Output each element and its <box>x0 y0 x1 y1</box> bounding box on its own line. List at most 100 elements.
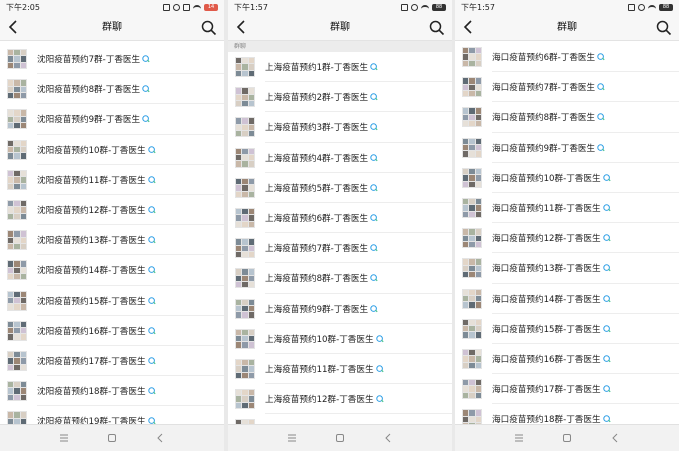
group-chat-row[interactable]: 海口疫苗预约10群-丁香医生 <box>455 162 679 194</box>
group-name: 海口疫苗预约7群-丁香医生 <box>492 83 596 94</box>
group-chat-row[interactable]: 沈阳疫苗预约18群-丁香医生 <box>0 376 224 407</box>
group-chat-row[interactable]: 海口疫苗预约15群-丁香医生 <box>455 313 679 345</box>
group-avatar <box>462 348 482 369</box>
enterprise-wechat-icon <box>147 206 156 214</box>
group-name-wrap: 沈阳疫苗预约12群-丁香医生 <box>37 204 156 216</box>
group-chat-row[interactable]: 上海疫苗预约2群-丁香医生 <box>228 82 452 113</box>
group-chat-row[interactable]: 海口疫苗预约12群-丁香医生 <box>455 223 679 254</box>
group-chat-row[interactable]: 沈阳疫苗预约15群-丁香医生 <box>0 285 224 316</box>
group-name: 海口疫苗预约6群-丁香医生 <box>492 53 596 64</box>
group-name-wrap: 上海疫苗预约10群-丁香医生 <box>265 333 384 345</box>
enterprise-wechat-icon <box>597 83 605 91</box>
group-avatar <box>7 320 27 341</box>
group-name-wrap: 沈阳疫苗预约15群-丁香医生 <box>37 295 156 307</box>
enterprise-wechat-icon <box>602 174 611 182</box>
group-chat-row[interactable]: 海口疫苗预约7群-丁香医生 <box>455 72 679 103</box>
page-title: 群聊 <box>330 22 350 33</box>
group-name: 沈阳疫苗预约9群-丁香医生 <box>37 115 141 126</box>
enterprise-wechat-icon <box>147 236 156 244</box>
group-name-wrap: 海口疫苗预约12群-丁香医生 <box>492 232 611 244</box>
menu-icon[interactable] <box>59 433 69 443</box>
alarm-icon <box>411 4 418 11</box>
enterprise-wechat-icon <box>370 123 378 131</box>
notification-icon <box>628 4 635 11</box>
search-icon[interactable] <box>655 19 673 37</box>
group-chat-row[interactable]: 沈阳疫苗预约16群-丁香医生 <box>0 315 224 347</box>
back-triangle-icon[interactable] <box>155 433 165 443</box>
group-chat-row[interactable]: 沈阳疫苗预约12群-丁香医生 <box>0 194 224 226</box>
group-chat-row[interactable]: 沈阳疫苗预约7群-丁香医生 <box>0 44 224 75</box>
group-name: 上海疫苗预约11群-丁香医生 <box>265 364 374 375</box>
home-square-icon[interactable] <box>335 433 345 443</box>
group-name: 海口疫苗预约16群-丁香医生 <box>492 354 601 365</box>
group-name-wrap: 上海疫苗预约1群-丁香医生 <box>265 61 378 73</box>
group-chat-row[interactable]: 上海疫苗预约12群-丁香医生 <box>228 384 452 415</box>
group-name-wrap: 海口疫苗预约16群-丁香医生 <box>492 353 611 365</box>
menu-icon[interactable] <box>514 433 524 443</box>
group-chat-row[interactable]: 上海疫苗预约10群-丁香医生 <box>228 323 452 355</box>
nav-header: 群聊 <box>228 15 452 41</box>
group-chat-row[interactable]: 海口疫苗预约9群-丁香医生 <box>455 132 679 163</box>
group-chat-row[interactable]: 海口疫苗预约13群-丁香医生 <box>455 253 679 284</box>
group-chat-row[interactable]: 上海疫苗预约6群-丁香医生 <box>228 202 452 234</box>
group-avatar <box>235 147 255 168</box>
group-name: 沈阳疫苗预约14群-丁香医生 <box>37 266 146 277</box>
group-name-wrap: 上海疫苗预约4群-丁香医生 <box>265 152 378 164</box>
group-chat-row[interactable]: 沈阳疫苗预约17群-丁香医生 <box>0 345 224 377</box>
group-avatar <box>462 228 482 249</box>
back-triangle-icon[interactable] <box>610 433 620 443</box>
enterprise-wechat-icon <box>147 296 156 305</box>
enterprise-wechat-icon <box>370 244 378 252</box>
group-chat-row[interactable]: 海口疫苗预约6群-丁香医生 <box>455 42 679 73</box>
home-square-icon[interactable] <box>562 433 572 443</box>
group-name-wrap: 上海疫苗预约7群-丁香医生 <box>265 242 378 254</box>
group-avatar <box>7 49 27 70</box>
group-avatar <box>235 298 255 319</box>
home-square-icon[interactable] <box>107 433 117 443</box>
group-chat-row[interactable]: 沈阳疫苗预约10群-丁香医生 <box>0 134 224 165</box>
group-chat-row[interactable]: 上海疫苗预约8群-丁香医生 <box>228 263 452 294</box>
group-chat-row[interactable]: 海口疫苗预约8群-丁香医生 <box>455 102 679 133</box>
group-chat-row[interactable]: 沈阳疫苗预约14群-丁香医生 <box>0 255 224 286</box>
group-chat-row[interactable]: 海口疫苗预约16群-丁香医生 <box>455 343 679 375</box>
back-triangle-icon[interactable] <box>383 433 393 443</box>
group-name: 沈阳疫苗预约18群-丁香医生 <box>37 387 146 398</box>
group-chat-row[interactable]: 沈阳疫苗预约11群-丁香医生 <box>0 164 224 196</box>
group-name: 上海疫苗预约12群-丁香医生 <box>265 395 374 406</box>
enterprise-wechat-icon <box>602 204 611 212</box>
enterprise-wechat-icon <box>602 415 611 423</box>
group-chat-row[interactable]: 上海疫苗预约11群-丁香医生 <box>228 353 452 385</box>
group-chat-row[interactable]: 上海疫苗预约3群-丁香医生 <box>228 112 452 143</box>
group-name: 海口疫苗预约11群-丁香医生 <box>492 204 601 215</box>
group-name-wrap: 沈阳疫苗预约17群-丁香医生 <box>37 355 156 367</box>
notification-icon <box>163 4 170 11</box>
search-icon[interactable] <box>428 19 446 37</box>
battery-icon: 88 <box>432 4 446 11</box>
group-name-wrap: 海口疫苗预约11群-丁香医生 <box>492 202 611 214</box>
group-chat-row[interactable]: 上海疫苗预约4群-丁香医生 <box>228 142 452 173</box>
group-avatar <box>462 379 482 400</box>
status-time: 下午1:57 <box>234 3 268 12</box>
group-name: 上海疫苗预约3群-丁香医生 <box>265 123 369 134</box>
group-name: 沈阳疫苗预约16群-丁香医生 <box>37 326 146 337</box>
group-chat-row[interactable]: 上海疫苗预约5群-丁香医生 <box>228 172 452 204</box>
enterprise-wechat-icon <box>597 143 605 152</box>
search-icon[interactable] <box>200 19 218 37</box>
group-name-wrap: 海口疫苗预约10群-丁香医生 <box>492 172 611 184</box>
group-name: 海口疫苗预约17群-丁香医生 <box>492 385 601 396</box>
group-name-wrap: 海口疫苗预约7群-丁香医生 <box>492 81 605 93</box>
group-name: 海口疫苗预约15群-丁香医生 <box>492 324 601 335</box>
group-chat-row[interactable]: 上海疫苗预约1群-丁香医生 <box>228 52 452 83</box>
group-chat-row[interactable]: 上海疫苗预约7群-丁香医生 <box>228 233 452 264</box>
group-chat-row[interactable]: 海口疫苗预约11群-丁香医生 <box>455 192 679 224</box>
group-avatar <box>462 77 482 98</box>
group-name-wrap: 沈阳疫苗预约10群-丁香医生 <box>37 144 156 156</box>
group-chat-row[interactable]: 上海疫苗预约9群-丁香医生 <box>228 293 452 324</box>
group-chat-row[interactable]: 海口疫苗预约14群-丁香医生 <box>455 283 679 314</box>
enterprise-wechat-icon <box>602 325 611 333</box>
group-chat-row[interactable]: 海口疫苗预约17群-丁香医生 <box>455 374 679 405</box>
menu-icon[interactable] <box>287 433 297 443</box>
group-chat-row[interactable]: 沈阳疫苗预约8群-丁香医生 <box>0 74 224 105</box>
group-chat-row[interactable]: 沈阳疫苗预约9群-丁香医生 <box>0 104 224 135</box>
group-chat-row[interactable]: 沈阳疫苗预约13群-丁香医生 <box>0 225 224 256</box>
